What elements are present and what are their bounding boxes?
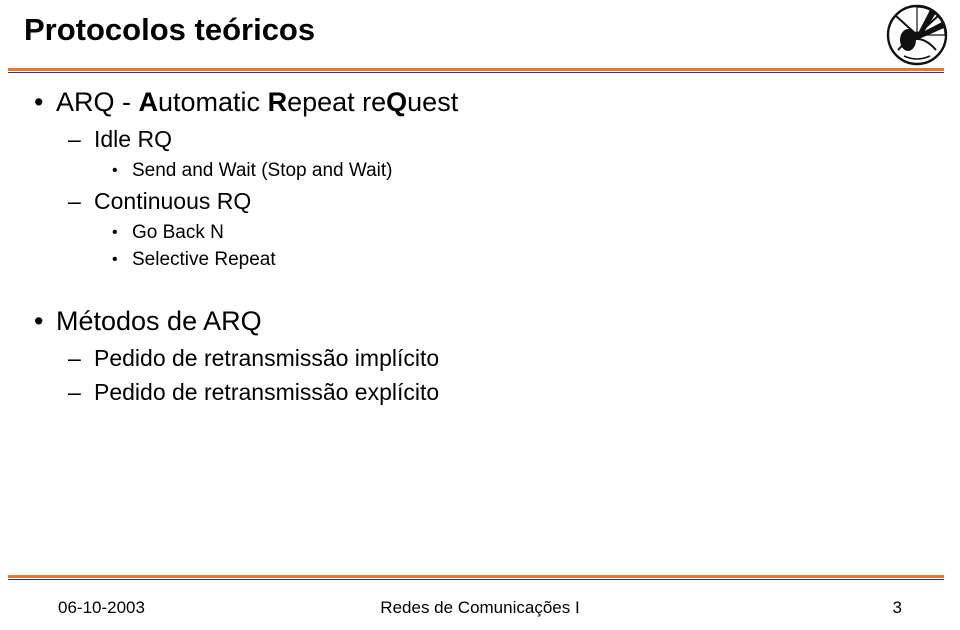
bullet-level2-pedido-implicito-text: Pedido de retransmissão implícito [94,345,440,372]
bullet-level2-continuous-rq: – Continuous RQ [0,186,960,218]
bullet-level3-send-and-wait-text: Send and Wait (Stop and Wait) [132,160,393,182]
bullet-level1-metodos-arq-text: Métodos de ARQ [56,305,262,336]
footer-page-number: 3 [892,598,902,617]
bullet-level3-selective-repeat: • Selective Repeat [0,247,960,274]
page-title: Protocolos teóricos [24,12,316,47]
bullet-marker: • [112,162,118,180]
header-divider [8,68,944,71]
bullet-level1-arq: • ARQ - Automatic Repeat reQuest [0,84,960,120]
institution-logo [886,4,948,66]
bullet-level2-idle-rq: – Idle RQ [0,124,960,156]
bullet-level2-pedido-explicito: – Pedido de retransmissão explícito [0,377,960,409]
bullet-level3-go-back-n: • Go Back N [0,220,960,247]
bullet-marker: • [34,305,44,336]
bullet-level3-go-back-n-text: Go Back N [132,221,224,243]
dash-marker: – [68,126,81,153]
bullet-marker: • [112,251,118,269]
bullet-level1-metodos-arq: • Métodos de ARQ [0,303,960,339]
bullet-level2-pedido-implicito: – Pedido de retransmissão implícito [0,343,960,375]
dash-marker: – [68,187,81,214]
footer-course: Redes de Comunicações I [380,598,580,617]
bullet-marker: • [112,223,118,241]
header-divider-secondary [8,72,944,73]
bullet-level2-pedido-explicito-text: Pedido de retransmissão explícito [94,378,440,405]
bullet-level3-selective-repeat-text: Selective Repeat [132,249,276,271]
bullet-level2-continuous-rq-text: Continuous RQ [94,187,252,214]
slide-body: • ARQ - Automatic Repeat reQuest – Idle … [0,84,960,411]
footer-divider-secondary [8,579,944,580]
slide-footer: 06-10-2003 Redes de Comunicações I 3 [0,598,960,626]
dash-marker: – [68,345,81,372]
footer-divider [8,575,944,578]
dash-marker: – [68,378,81,405]
bullet-level1-arq-text: ARQ - Automatic Repeat reQuest [56,87,459,117]
slide: Protocolos teóricos • ARQ - Automatic Re… [0,0,960,630]
bullet-level2-idle-rq-text: Idle RQ [94,126,172,153]
bullet-level3-send-and-wait: • Send and Wait (Stop and Wait) [0,158,960,185]
bullet-marker: • [34,87,44,117]
